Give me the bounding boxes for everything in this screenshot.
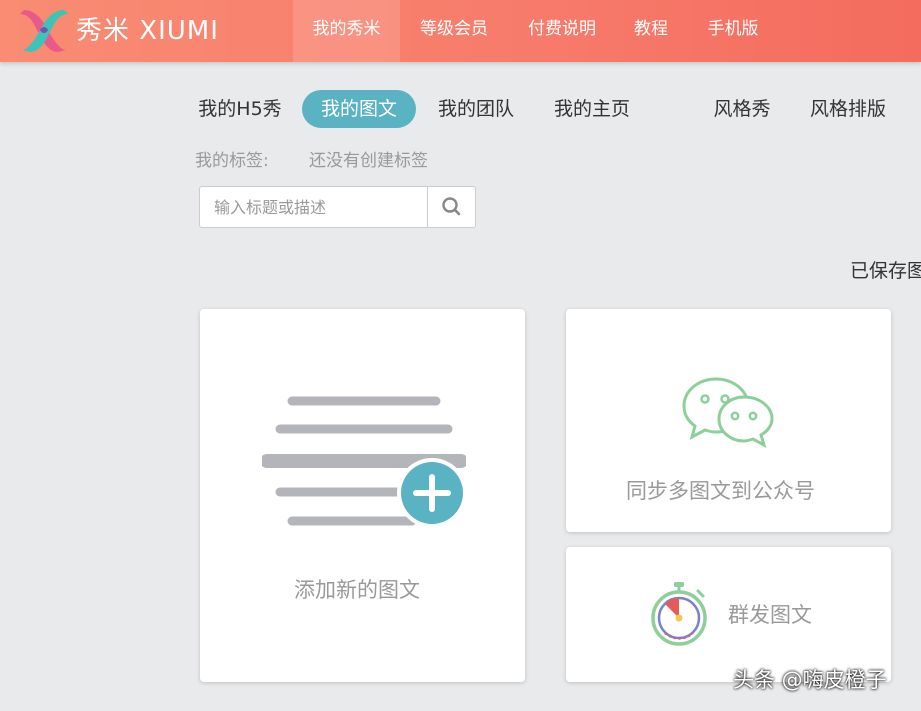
nav-mobile-version[interactable]: 手机版	[690, 0, 776, 62]
tab-my-articles[interactable]: 我的图文	[302, 90, 416, 128]
xiumi-logo-icon[interactable]	[18, 6, 70, 54]
tab-style-layout[interactable]: 风格排版	[796, 90, 900, 128]
stopwatch-icon	[651, 582, 707, 646]
brand-name[interactable]: 秀米 XIUMI	[76, 14, 219, 48]
nav-my-xiumi[interactable]: 我的秀米	[293, 0, 400, 62]
plus-circle-icon	[262, 396, 466, 527]
top-navbar: 秀米 XIUMI 我的秀米 等级会员 付费说明 教程 手机版	[0, 0, 921, 62]
mass-send-label: 群发图文	[728, 603, 812, 627]
search-input[interactable]	[200, 187, 427, 227]
mass-send-card[interactable]: 群发图文	[566, 547, 891, 682]
tags-label: 我的标签:	[195, 151, 269, 171]
nav-payment-info[interactable]: 付费说明	[512, 0, 612, 62]
tab-style-show[interactable]: 风格秀	[700, 90, 784, 128]
search-box	[199, 186, 476, 228]
sync-to-wechat-card[interactable]: 同步多图文到公众号	[566, 309, 891, 532]
search-button[interactable]	[427, 187, 475, 227]
saved-status-text: 已保存图	[850, 260, 921, 282]
wechat-chat-icon	[682, 377, 774, 449]
watermark-text: 头条 @嗨皮橙子	[733, 668, 887, 692]
tab-my-h5[interactable]: 我的H5秀	[186, 90, 294, 128]
add-new-article-label: 添加新的图文	[294, 578, 420, 602]
sync-to-wechat-label: 同步多图文到公众号	[626, 479, 815, 503]
tags-empty-text: 还没有创建标签	[309, 151, 428, 171]
nav-tutorial[interactable]: 教程	[620, 0, 682, 62]
tab-my-homepage[interactable]: 我的主页	[540, 90, 644, 128]
search-icon	[442, 197, 461, 216]
nav-membership-levels[interactable]: 等级会员	[404, 0, 504, 62]
tab-my-team[interactable]: 我的团队	[424, 90, 528, 128]
add-new-article-card[interactable]: 添加新的图文	[200, 309, 525, 682]
